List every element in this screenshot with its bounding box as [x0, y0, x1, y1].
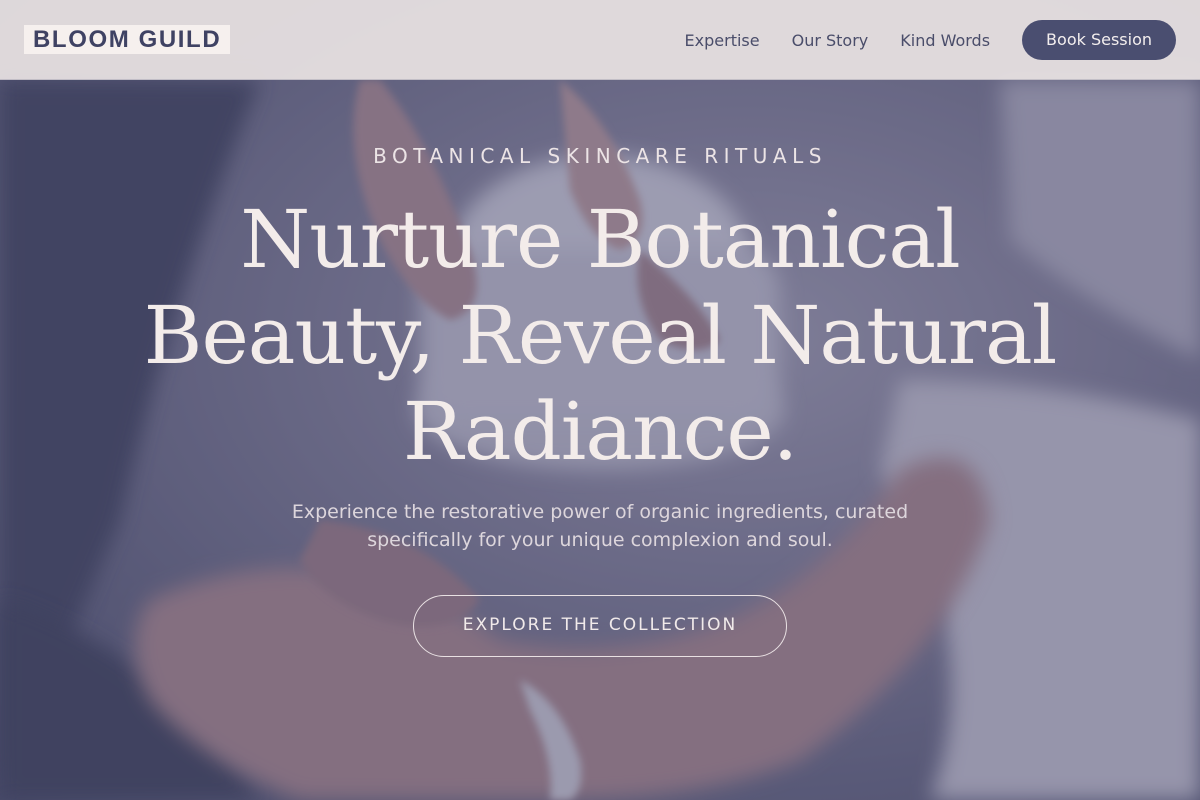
headline-line: Nurture Botanical — [240, 193, 960, 286]
hero-headline: Nurture Botanical Beauty, Reveal Natural… — [60, 192, 1140, 480]
subtitle-line: Experience the restorative power of orga… — [291, 501, 909, 523]
headline-line: Beauty, Reveal Natural — [143, 289, 1058, 382]
headline-line: Radiance. — [402, 385, 798, 478]
hero-eyebrow: BOTANICAL SKINCARE RITUALS — [373, 144, 827, 168]
hero-subtitle: Experience the restorative power of orga… — [260, 498, 940, 554]
explore-collection-button[interactable]: EXPLORE THE COLLECTION — [413, 595, 787, 657]
subtitle-line: specifically for your unique complexion … — [367, 529, 833, 551]
hero-section: BOTANICAL SKINCARE RITUALS Nurture Botan… — [0, 0, 1200, 800]
